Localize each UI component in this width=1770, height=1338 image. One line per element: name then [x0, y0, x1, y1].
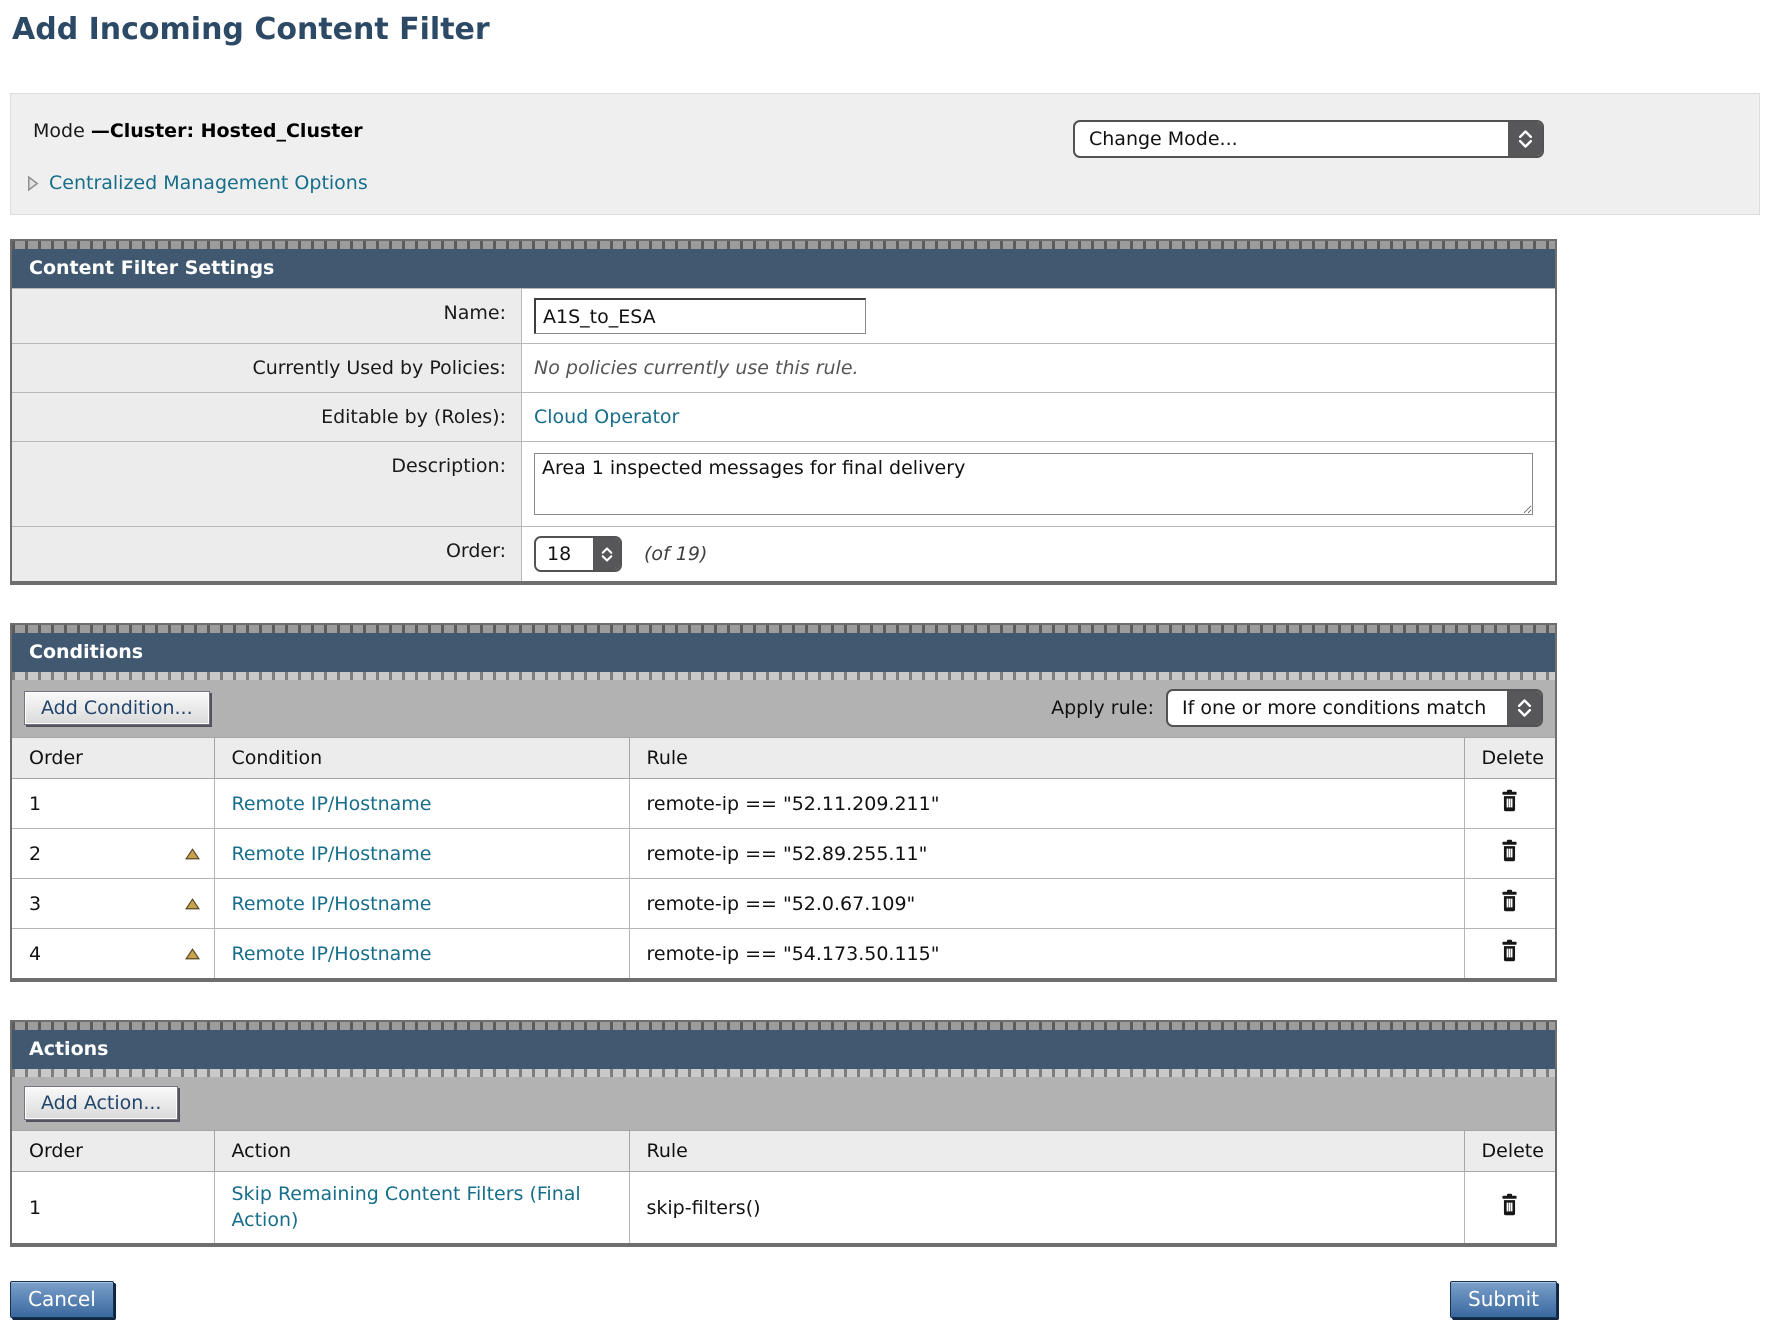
order-total-text: (of 19): [644, 543, 707, 565]
centralized-management-row: Centralized Management Options: [27, 172, 1759, 194]
condition-order: 3: [29, 893, 41, 915]
page-title: Add Incoming Content Filter: [12, 12, 1770, 47]
expand-triangle-icon[interactable]: [27, 175, 39, 192]
condition-row: 1 Remote IP/Hostname remote-ip == "52.11…: [12, 779, 1555, 829]
conditions-toolbar: Add Condition... Apply rule: If one or m…: [12, 680, 1555, 737]
apply-rule-select[interactable]: If one or more conditions match: [1166, 689, 1543, 727]
name-field[interactable]: [534, 298, 866, 334]
move-up-icon[interactable]: [185, 948, 200, 960]
select-spinner-icon: [1507, 691, 1541, 725]
order-select[interactable]: 18: [534, 536, 622, 572]
apply-rule-label: Apply rule:: [1051, 697, 1154, 719]
settings-row-name: Name:: [12, 288, 1555, 343]
condition-row: 3 Remote IP/Hostname remote-ip == "52.0.…: [12, 879, 1555, 929]
order-selected-value: 18: [536, 538, 593, 570]
move-up-icon[interactable]: [185, 848, 200, 860]
settings-row-order: Order: 18 (of 19): [12, 526, 1555, 581]
description-textarea[interactable]: Area 1 inspected messages for final deli…: [534, 453, 1533, 515]
policies-label: Currently Used by Policies:: [12, 344, 522, 392]
actions-section: Actions Add Action... Order Action Rule …: [10, 1020, 1557, 1247]
col-order: Order: [12, 1131, 214, 1172]
col-delete: Delete: [1464, 1131, 1555, 1172]
delete-trash-icon[interactable]: [1498, 939, 1521, 963]
add-action-button[interactable]: Add Action...: [24, 1086, 178, 1120]
move-up-icon[interactable]: [185, 898, 200, 910]
condition-order: 4: [29, 943, 41, 965]
col-rule: Rule: [629, 738, 1464, 779]
conditions-divider-texture: [12, 672, 1555, 680]
add-condition-button[interactable]: Add Condition...: [24, 691, 210, 725]
submit-button[interactable]: Submit: [1450, 1281, 1557, 1318]
apply-rule-selected-value: If one or more conditions match: [1168, 691, 1507, 725]
actions-header: Actions: [12, 1030, 1555, 1069]
col-rule: Rule: [629, 1131, 1464, 1172]
condition-link[interactable]: Remote IP/Hostname: [232, 943, 432, 965]
action-order: 1: [29, 1197, 41, 1219]
condition-rule: remote-ip == "54.173.50.115": [647, 943, 940, 965]
editable-roles-link[interactable]: Cloud Operator: [534, 406, 679, 428]
col-condition: Condition: [214, 738, 629, 779]
select-spinner-icon: [1508, 122, 1542, 156]
page: Add Incoming Content Filter Mode —Cluste…: [0, 12, 1770, 1338]
condition-order: 1: [29, 793, 41, 815]
change-mode-select[interactable]: Change Mode...: [1073, 120, 1544, 158]
condition-rule: remote-ip == "52.0.67.109": [647, 893, 916, 915]
settings-row-description: Description: Area 1 inspected messages f…: [12, 441, 1555, 526]
conditions-section: Conditions Add Condition... Apply rule: …: [10, 623, 1557, 982]
mode-panel: Mode —Cluster: Hosted_Cluster Change Mod…: [10, 93, 1760, 215]
editable-label: Editable by (Roles):: [12, 393, 522, 441]
delete-trash-icon[interactable]: [1498, 889, 1521, 913]
policies-value: No policies currently use this rule.: [534, 357, 859, 379]
settings-row-editable: Editable by (Roles): Cloud Operator: [12, 392, 1555, 441]
col-delete: Delete: [1464, 738, 1555, 779]
condition-rule: remote-ip == "52.11.209.211": [647, 793, 940, 815]
conditions-header-row: Order Condition Rule Delete: [12, 738, 1555, 779]
description-label: Description:: [12, 442, 522, 526]
mode-label: Mode: [33, 120, 91, 142]
condition-row: 2 Remote IP/Hostname remote-ip == "52.89…: [12, 829, 1555, 879]
delete-trash-icon[interactable]: [1498, 1193, 1521, 1217]
footer-buttons: Cancel Submit: [10, 1281, 1557, 1318]
actions-table: Order Action Rule Delete 1 Skip Remainin…: [12, 1130, 1555, 1243]
actions-top-texture: [12, 1022, 1555, 1030]
centralized-management-link[interactable]: Centralized Management Options: [49, 172, 368, 194]
settings-section: Content Filter Settings Name: Currently …: [10, 239, 1557, 585]
settings-top-texture: [12, 241, 1555, 249]
name-label: Name:: [12, 289, 522, 343]
col-action: Action: [214, 1131, 629, 1172]
actions-divider-texture: [12, 1069, 1555, 1077]
condition-link[interactable]: Remote IP/Hostname: [232, 793, 432, 815]
cancel-button[interactable]: Cancel: [10, 1281, 114, 1318]
conditions-header: Conditions: [12, 633, 1555, 672]
actions-header-row: Order Action Rule Delete: [12, 1131, 1555, 1172]
actions-toolbar: Add Action...: [12, 1077, 1555, 1130]
action-link[interactable]: Skip Remaining Content Filters (Final Ac…: [232, 1182, 612, 1233]
change-mode-selected-value: Change Mode...: [1075, 122, 1508, 156]
order-label: Order:: [12, 527, 522, 581]
col-order: Order: [12, 738, 214, 779]
settings-header: Content Filter Settings: [12, 249, 1555, 288]
action-row: 1 Skip Remaining Content Filters (Final …: [12, 1172, 1555, 1244]
condition-row: 4 Remote IP/Hostname remote-ip == "54.17…: [12, 929, 1555, 979]
delete-trash-icon[interactable]: [1498, 839, 1521, 863]
delete-trash-icon[interactable]: [1498, 789, 1521, 813]
conditions-table: Order Condition Rule Delete 1 Remote IP/…: [12, 737, 1555, 978]
conditions-top-texture: [12, 625, 1555, 633]
select-spinner-icon: [593, 538, 620, 570]
condition-order: 2: [29, 843, 41, 865]
mode-value: —Cluster: Hosted_Cluster: [91, 120, 363, 142]
condition-link[interactable]: Remote IP/Hostname: [232, 843, 432, 865]
settings-row-policies: Currently Used by Policies: No policies …: [12, 343, 1555, 392]
action-rule: skip-filters(): [647, 1197, 761, 1219]
condition-rule: remote-ip == "52.89.255.11": [647, 843, 928, 865]
condition-link[interactable]: Remote IP/Hostname: [232, 893, 432, 915]
